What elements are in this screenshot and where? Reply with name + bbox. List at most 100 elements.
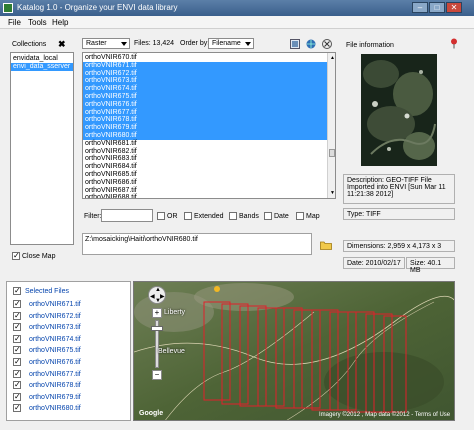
type-text: Type: TIFF xyxy=(347,211,381,218)
selected-file-link[interactable]: orthoVNIR673.tif xyxy=(29,324,81,331)
date-text: Date: 2010/02/17 xyxy=(347,260,401,267)
chevron-down-icon xyxy=(245,42,251,46)
selected-file-link[interactable]: orthoVNIR678.tif xyxy=(29,382,81,389)
map-view[interactable]: ▲ ◀ ▶ ▼ + − Liberty Bellevue Google Imag… xyxy=(133,281,455,421)
file-type-select[interactable]: Raster xyxy=(82,38,130,49)
file-list-item[interactable]: orthoVNIR672.tif xyxy=(83,69,327,78)
file-list-item[interactable]: orthoVNIR683.tif xyxy=(83,155,327,163)
map-place-liberty: Liberty xyxy=(164,309,186,316)
or-checkbox[interactable] xyxy=(157,212,165,220)
file-list-item[interactable]: orthoVNIR681.tif xyxy=(83,140,327,148)
selected-file-checkbox[interactable] xyxy=(13,322,21,332)
folder-icon[interactable] xyxy=(320,240,332,250)
file-list-item[interactable]: orthoVNIR688.tif xyxy=(83,194,327,198)
maximize-button[interactable]: □ xyxy=(429,2,445,13)
selected-file-link[interactable]: orthoVNIR674.tif xyxy=(29,336,81,343)
selected-file-checkbox[interactable] xyxy=(13,403,21,413)
size-box: Size: 40.1 MB xyxy=(406,257,455,274)
file-list-item[interactable]: orthoVNIR687.tif xyxy=(83,187,327,195)
file-list-item[interactable]: orthoVNIR675.tif xyxy=(83,92,327,101)
file-list-item[interactable]: orthoVNIR678.tif xyxy=(83,116,327,125)
file-list-item[interactable]: orthoVNIR685.tif xyxy=(83,171,327,179)
file-list-scrollbar[interactable]: ▲ ▼ xyxy=(327,53,335,198)
order-by-label: Order by: xyxy=(180,40,210,47)
selected-file-link[interactable]: orthoVNIR680.tif xyxy=(29,405,81,412)
app-icon xyxy=(3,3,13,13)
file-list[interactable]: orthoVNIR670.tif orthoVNIR671.tif orthoVNI… xyxy=(82,52,336,199)
file-type-value: Raster xyxy=(86,40,107,47)
description-box: Description: GEO-TIFF File Imported into… xyxy=(343,174,455,204)
order-by-select[interactable]: Filename xyxy=(208,38,254,49)
pan-down-icon[interactable]: ▼ xyxy=(155,298,161,304)
or-label: OR xyxy=(167,213,178,220)
clear-icon[interactable] xyxy=(322,39,332,49)
menu-tools[interactable]: Tools xyxy=(28,18,47,27)
globe-icon[interactable] xyxy=(306,39,316,49)
file-list-item[interactable]: orthoVNIR680.tif xyxy=(83,131,327,140)
file-list-item[interactable]: orthoVNIR684.tif xyxy=(83,163,327,171)
selected-file-checkbox[interactable] xyxy=(13,392,21,401)
date-checkbox[interactable] xyxy=(264,212,272,220)
scroll-thumb[interactable] xyxy=(329,149,335,157)
selected-file-link[interactable]: orthoVNIR672.tif xyxy=(29,313,81,320)
selected-file-link[interactable]: orthoVNIR671.tif xyxy=(29,301,81,308)
file-list-item[interactable]: orthoVNIR676.tif xyxy=(83,100,327,109)
selected-files-header[interactable]: Selected Files xyxy=(25,288,69,295)
scroll-up-icon[interactable]: ▲ xyxy=(330,55,335,61)
selected-file-checkbox[interactable] xyxy=(13,357,21,366)
file-list-item[interactable]: orthoVNIR670.tif xyxy=(83,54,327,62)
collections-label: Collections xyxy=(12,41,47,48)
selected-file-checkbox[interactable] xyxy=(13,345,21,355)
order-by-value: Filename xyxy=(212,40,241,47)
menu-bar: File Tools Help xyxy=(0,16,474,29)
file-list-item[interactable]: orthoVNIR682.tif xyxy=(83,148,327,156)
thumbnail-view-icon[interactable] xyxy=(290,39,300,49)
zoom-out-button[interactable]: − xyxy=(152,370,162,380)
file-thumbnail xyxy=(361,54,437,166)
file-list-item[interactable]: orthoVNIR673.tif xyxy=(83,77,327,86)
path-field[interactable]: Z:\mosaicking\Haiti\orthoVNIR680.tif xyxy=(82,233,312,255)
selected-file-link[interactable]: orthoVNIR679.tif xyxy=(29,394,81,401)
collection-item-selected[interactable]: envi_data_sserver xyxy=(11,62,73,71)
description-text: Description: GEO-TIFF File Imported into… xyxy=(347,177,446,198)
filter-input[interactable] xyxy=(101,209,153,222)
files-count: Files: 13,424 xyxy=(134,40,175,47)
map-checkbox[interactable] xyxy=(296,212,304,220)
dimensions-text: Dimensions: 2,959 x 4,173 x 3 xyxy=(347,243,442,250)
extended-checkbox[interactable] xyxy=(184,212,192,220)
file-list-item[interactable]: orthoVNIR674.tif xyxy=(83,85,327,93)
map-pin-icon[interactable] xyxy=(450,38,458,49)
selected-file-checkbox[interactable] xyxy=(13,369,21,378)
bands-checkbox[interactable] xyxy=(229,212,237,220)
bands-label: Bands xyxy=(239,213,259,220)
pan-left-icon[interactable]: ◀ xyxy=(150,293,155,300)
selected-file-link[interactable]: orthoVNIR677.tif xyxy=(29,371,81,378)
selected-file-checkbox[interactable] xyxy=(13,334,21,343)
title-bar: Katalog 1.0 - Organize your ENVI data li… xyxy=(0,0,474,16)
collections-list[interactable]: envidata_local envi_data_sserver xyxy=(10,52,74,245)
selected-file-checkbox[interactable] xyxy=(13,299,21,308)
remove-collection-icon[interactable]: ✖ xyxy=(58,39,66,50)
file-list-item[interactable]: orthoVNIR677.tif xyxy=(83,108,327,117)
type-box: Type: TIFF xyxy=(343,208,455,220)
zoom-slider-thumb[interactable] xyxy=(151,326,163,331)
scroll-down-icon[interactable]: ▼ xyxy=(330,190,335,196)
file-list-item[interactable]: orthoVNIR686.tif xyxy=(83,179,327,187)
minimize-button[interactable]: – xyxy=(412,2,428,13)
selected-file-checkbox[interactable] xyxy=(13,380,21,390)
collection-item[interactable]: envidata_local xyxy=(11,55,73,63)
selected-file-checkbox[interactable] xyxy=(13,311,21,320)
map-attribution[interactable]: Imagery ©2012 , Map data ©2012 - Terms o… xyxy=(319,412,450,418)
filter-label: Filter: xyxy=(84,213,102,220)
close-window-button[interactable]: ✕ xyxy=(446,2,462,13)
pan-control[interactable]: ▲ ◀ ▶ ▼ xyxy=(148,286,166,304)
menu-file[interactable]: File xyxy=(8,18,21,27)
selected-file-link[interactable]: orthoVNIR675.tif xyxy=(29,347,81,354)
file-list-item[interactable]: orthoVNIR679.tif xyxy=(83,124,327,132)
selected-file-link[interactable]: orthoVNIR676.tif xyxy=(29,359,81,366)
file-list-item[interactable]: orthoVNIR671.tif xyxy=(83,61,327,70)
close-map-checkbox[interactable] xyxy=(12,251,20,260)
menu-help[interactable]: Help xyxy=(52,18,68,27)
zoom-in-button[interactable]: + xyxy=(152,308,162,318)
selected-files-checkbox[interactable] xyxy=(13,286,21,295)
